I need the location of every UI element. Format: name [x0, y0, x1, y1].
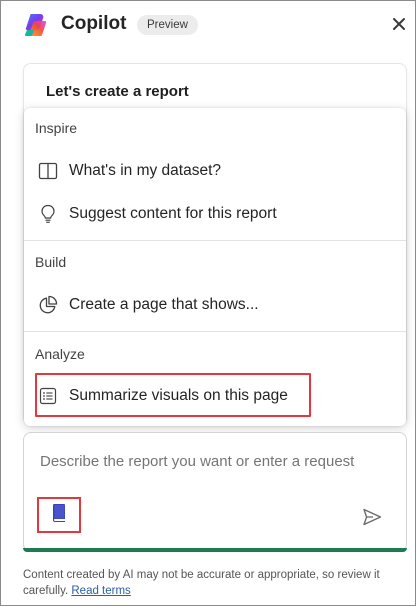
- book-open-icon: [37, 160, 59, 182]
- send-icon[interactable]: [361, 506, 383, 528]
- copilot-pane: Copilot Preview Let's create a report In…: [0, 0, 416, 606]
- menu-item-label: Create a page that shows...: [69, 296, 259, 313]
- lightbulb-icon: [37, 203, 59, 225]
- prompt-guide-button[interactable]: [37, 497, 81, 533]
- section-label-build: Build: [35, 254, 67, 270]
- pane-header: Copilot Preview: [1, 1, 415, 49]
- book-icon: [51, 503, 67, 528]
- menu-item-whats-in-dataset[interactable]: What's in my dataset?: [37, 155, 221, 187]
- menu-item-suggest-content[interactable]: Suggest content for this report: [37, 198, 277, 230]
- prompt-input[interactable]: [40, 453, 400, 470]
- menu-item-create-page[interactable]: Create a page that shows...: [37, 289, 259, 321]
- ai-disclaimer: Content created by AI may not be accurat…: [23, 567, 403, 599]
- menu-item-label: Suggest content for this report: [69, 205, 277, 222]
- menu-item-label: What's in my dataset?: [69, 162, 221, 179]
- read-terms-link[interactable]: Read terms: [71, 585, 130, 597]
- section-label-analyze: Analyze: [35, 346, 85, 362]
- input-accent-bar: [23, 548, 407, 552]
- menu-item-label: Summarize visuals on this page: [69, 387, 288, 404]
- copilot-logo-icon: [23, 12, 49, 38]
- menu-divider: [24, 240, 406, 241]
- card-title: Let's create a report: [46, 83, 189, 100]
- prompt-input-box: [23, 432, 407, 552]
- close-icon[interactable]: [389, 14, 409, 34]
- menu-item-summarize-visuals[interactable]: Summarize visuals on this page: [37, 380, 288, 412]
- app-title: Copilot: [61, 13, 127, 34]
- pie-chart-icon: [37, 294, 59, 316]
- section-label-inspire: Inspire: [35, 120, 78, 136]
- preview-badge: Preview: [137, 15, 198, 35]
- list-document-icon: [37, 385, 59, 407]
- menu-divider: [24, 331, 406, 332]
